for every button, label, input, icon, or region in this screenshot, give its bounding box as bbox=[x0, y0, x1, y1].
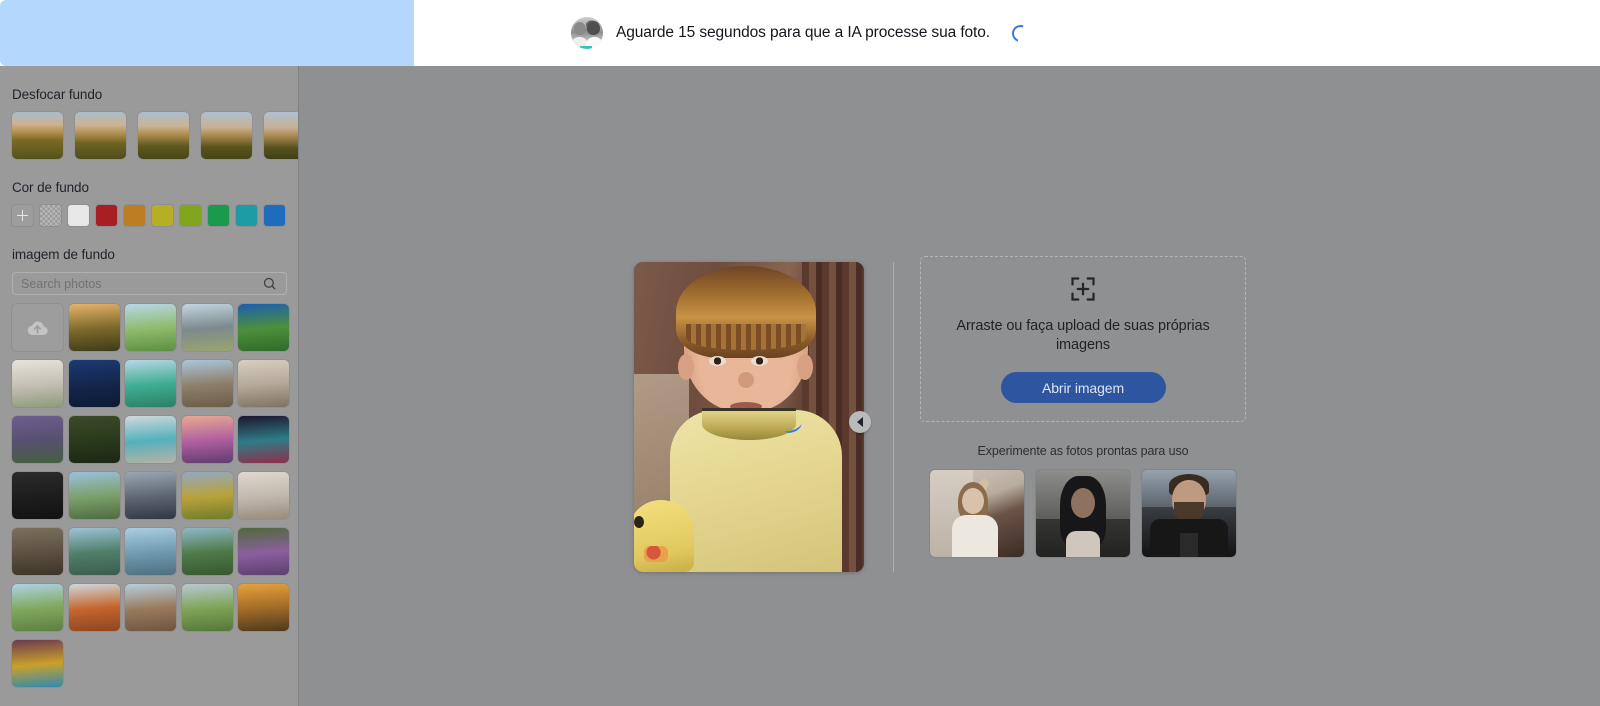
photo-alpine-meadow[interactable] bbox=[238, 304, 289, 351]
photo-full-moon[interactable] bbox=[68, 360, 120, 407]
ready-photo-woman-white-top[interactable] bbox=[930, 470, 1024, 557]
ready-photo-long-hair-person[interactable] bbox=[1036, 470, 1130, 557]
notification-content: Aguarde 15 segundos para que a IA proces… bbox=[0, 0, 1600, 66]
upload-tile[interactable] bbox=[12, 304, 63, 351]
photo-ferris-wheel-neon[interactable] bbox=[238, 416, 289, 463]
photo-search-wrapper bbox=[12, 272, 287, 295]
subject-photo-preview[interactable] bbox=[634, 262, 864, 572]
crop-plus-icon bbox=[1071, 277, 1095, 301]
photo-railway-sunset[interactable] bbox=[238, 584, 289, 631]
blur-option-0[interactable] bbox=[12, 112, 63, 159]
image-dropzone[interactable]: Arraste ou faça upload de suas próprias … bbox=[920, 256, 1246, 422]
photo-green-valley[interactable] bbox=[181, 528, 233, 575]
blur-options-row bbox=[12, 112, 298, 159]
photo-coastal-cliff[interactable] bbox=[68, 528, 120, 575]
editor-workspace: Arraste ou faça upload de suas próprias … bbox=[634, 66, 1274, 706]
photo-white-corridor[interactable] bbox=[238, 472, 289, 519]
collapse-left-arrow-icon[interactable] bbox=[849, 411, 871, 433]
color-swatch-lime[interactable] bbox=[180, 205, 201, 226]
blur-option-4[interactable] bbox=[264, 112, 298, 159]
color-swatch-yellow[interactable] bbox=[152, 205, 173, 226]
color-section-title: Cor de fundo bbox=[12, 180, 89, 195]
photo-tulip-field[interactable] bbox=[181, 472, 233, 519]
photo-lone-tree-field[interactable] bbox=[125, 304, 176, 351]
blur-option-3[interactable] bbox=[201, 112, 252, 159]
color-swatch-green[interactable] bbox=[208, 205, 229, 226]
photo-chalkboard-equations[interactable] bbox=[12, 472, 63, 519]
panel-divider bbox=[893, 262, 894, 572]
search-icon[interactable] bbox=[262, 276, 277, 291]
upload-panel: Arraste ou faça upload de suas próprias … bbox=[920, 256, 1246, 557]
notification-message: Aguarde 15 segundos para que a IA proces… bbox=[616, 24, 990, 41]
color-swatch-orange[interactable] bbox=[124, 205, 145, 226]
photo-matterhorn[interactable] bbox=[181, 304, 233, 351]
photo-green-beetle-car[interactable] bbox=[125, 360, 176, 407]
color-swatch-white[interactable] bbox=[68, 205, 89, 226]
background-options-sidebar: Desfocar fundo Cor de fundo imagem de fu… bbox=[0, 66, 299, 706]
blur-section-title: Desfocar fundo bbox=[12, 87, 103, 102]
color-swatch-red[interactable] bbox=[96, 205, 117, 226]
dropzone-instructions: Arraste ou faça upload de suas próprias … bbox=[956, 318, 1210, 353]
processing-notification-bar: Aguarde 15 segundos para que a IA proces… bbox=[0, 0, 1600, 66]
photo-bench-under-tree[interactable] bbox=[68, 416, 120, 463]
photo-purple-flower-path[interactable] bbox=[238, 528, 289, 575]
ready-photos-label: Experimente as fotos prontas para uso bbox=[977, 444, 1189, 458]
ready-photo-man-leather-jacket[interactable] bbox=[1142, 470, 1236, 557]
photo-plant-shelf[interactable] bbox=[12, 360, 63, 407]
image-section-title: imagem de fundo bbox=[12, 247, 115, 262]
photo-purple-mountain-dusk[interactable] bbox=[12, 416, 63, 463]
photo-park-path-trees[interactable] bbox=[68, 472, 120, 519]
photo-wooden-pier-lake[interactable] bbox=[125, 528, 176, 575]
photo-balloons-sunset[interactable] bbox=[68, 304, 120, 351]
photo-green-pasture[interactable] bbox=[181, 584, 233, 631]
color-swatch-teal[interactable] bbox=[236, 205, 257, 226]
color-swatch-transparent[interactable] bbox=[40, 205, 61, 226]
photo-desert-road[interactable] bbox=[181, 360, 233, 407]
color-swatch-blue[interactable] bbox=[264, 205, 285, 226]
blur-option-1[interactable] bbox=[75, 112, 126, 159]
photo-flower-field-sunset[interactable] bbox=[181, 416, 233, 463]
photo-colorful-ferris-wheel[interactable] bbox=[12, 640, 63, 687]
search-input[interactable] bbox=[12, 272, 287, 295]
color-swatch-custom-color-picker[interactable] bbox=[12, 205, 33, 226]
open-image-button[interactable]: Abrir imagem bbox=[1000, 372, 1166, 403]
loading-spinner-icon bbox=[1009, 21, 1032, 45]
user-avatar bbox=[571, 17, 604, 49]
main-canvas-area: Arraste ou faça upload de suas próprias … bbox=[300, 66, 1600, 706]
blur-option-2[interactable] bbox=[138, 112, 189, 159]
photo-orange-village[interactable] bbox=[68, 584, 120, 631]
color-swatches-row bbox=[12, 205, 286, 226]
background-photo-grid bbox=[12, 304, 289, 687]
ready-photos-row bbox=[920, 470, 1246, 557]
page-body: Desfocar fundo Cor de fundo imagem de fu… bbox=[0, 66, 1600, 706]
photo-stone-columns[interactable] bbox=[12, 528, 63, 575]
photo-curtain-window[interactable] bbox=[238, 360, 289, 407]
photo-beach-umbrella[interactable] bbox=[125, 416, 176, 463]
photo-leaning-tower-pisa[interactable] bbox=[125, 584, 176, 631]
photo-snow-birch-forest[interactable] bbox=[125, 472, 176, 519]
photo-grass-walkway[interactable] bbox=[12, 584, 63, 631]
